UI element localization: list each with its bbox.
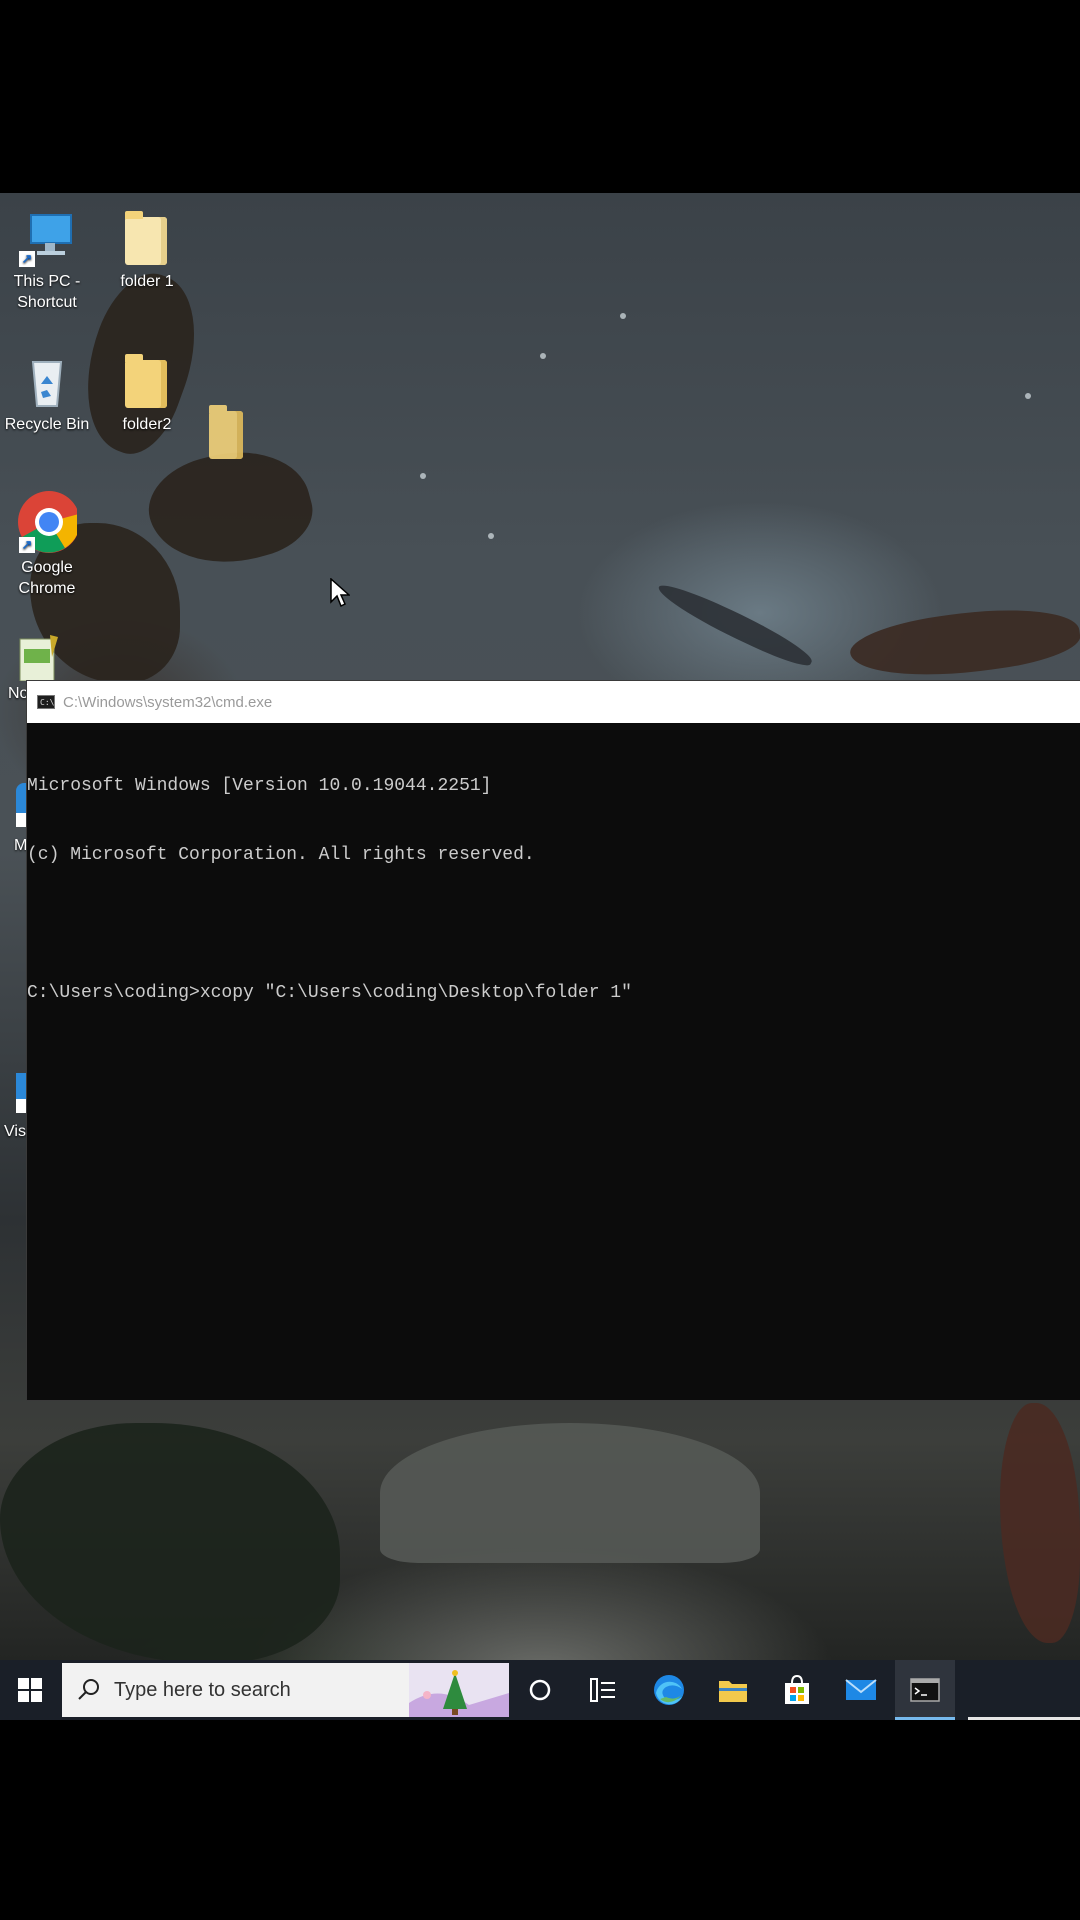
- chrome-icon: ↗: [17, 489, 80, 553]
- cmd-titlebar[interactable]: C:\ C:\Windows\system32\cmd.exe: [27, 681, 1080, 723]
- cmd-icon: [910, 1678, 940, 1702]
- mouse-cursor-icon: [330, 577, 351, 613]
- monitor-icon: ↗: [17, 209, 77, 267]
- cmd-console-output[interactable]: Microsoft Windows [Version 10.0.19044.22…: [27, 723, 1080, 1051]
- desktop-icon-label: folder 1: [120, 273, 174, 290]
- wallpaper-figure: [1000, 1403, 1080, 1643]
- taskbar-cmd[interactable]: [895, 1660, 955, 1720]
- desktop-icon-label: Google Chrome: [18, 559, 76, 597]
- dragged-folder-icon[interactable]: [172, 403, 262, 465]
- wallpaper-snow: [420, 473, 426, 479]
- taskbar-mail[interactable]: [831, 1660, 891, 1720]
- taskbar-edge[interactable]: [639, 1660, 699, 1720]
- shortcut-arrow-icon: ↗: [19, 251, 35, 267]
- shortcut-arrow-icon: ↗: [19, 537, 35, 553]
- active-app-indicator: [895, 1717, 955, 1720]
- desktop-icon-google-chrome[interactable]: ↗ Google Chrome: [2, 489, 92, 599]
- desktop-icon-recycle-bin[interactable]: Recycle Bin: [2, 352, 92, 435]
- folder-icon: [187, 403, 247, 461]
- search-icon: [78, 1679, 99, 1700]
- folder-icon: [117, 352, 177, 410]
- desktop-icon-this-pc[interactable]: ↗ This PC - Shortcut: [2, 209, 92, 313]
- search-highlight-illustration-icon: [409, 1663, 509, 1717]
- desktop-icon-label: No: [8, 685, 29, 702]
- wallpaper-snow: [540, 353, 546, 359]
- folder-icon: [117, 209, 177, 267]
- wallpaper-snow: [620, 313, 626, 319]
- task-view-button[interactable]: [573, 1660, 633, 1720]
- desktop-icon-label: Recycle Bin: [4, 416, 90, 433]
- console-line: (c) Microsoft Corporation. All rights re…: [27, 845, 535, 865]
- cortana-button[interactable]: [510, 1660, 570, 1720]
- desktop-icon-notepad[interactable]: No: [2, 635, 58, 702]
- task-view-icon: [590, 1678, 615, 1702]
- cmd-window-title: C:\Windows\system32\cmd.exe: [63, 693, 273, 711]
- wallpaper-snow: [488, 533, 494, 539]
- cmd-app-icon: C:\: [37, 695, 55, 709]
- start-icon: [18, 1678, 42, 1702]
- edge-icon: [654, 1675, 684, 1705]
- taskbar-file-explorer[interactable]: [703, 1660, 763, 1720]
- wallpaper-rock: [380, 1423, 760, 1563]
- wallpaper-rock: [652, 578, 818, 672]
- taskbar-store[interactable]: [767, 1660, 827, 1720]
- search-placeholder: Type here to search: [114, 1678, 291, 1701]
- start-button[interactable]: [0, 1660, 60, 1720]
- desktop-icon-label: M: [14, 837, 28, 854]
- wallpaper-rock: [846, 597, 1080, 689]
- wallpaper-foliage: [0, 1423, 340, 1660]
- console-command-line[interactable]: C:\Users\coding>xcopy "C:\Users\coding\D…: [27, 982, 1080, 1005]
- system-tray-edge: [968, 1717, 1080, 1720]
- taskbar-search-box[interactable]: Type here to search: [62, 1663, 509, 1717]
- store-icon: [785, 1675, 809, 1704]
- desktop-icon-folder-1[interactable]: folder 1: [102, 209, 192, 292]
- desktop-icon-label: This PC - Shortcut: [13, 273, 81, 311]
- console-line: Microsoft Windows [Version 10.0.19044.22…: [27, 776, 492, 796]
- recycle-bin-icon: [17, 352, 77, 410]
- mail-icon: [845, 1679, 877, 1700]
- cmd-window[interactable]: C:\ C:\Windows\system32\cmd.exe Microsof…: [27, 681, 1080, 1400]
- taskbar: Type here to search: [0, 1660, 1080, 1720]
- notepad-icon: [18, 635, 58, 682]
- wallpaper-snow: [1025, 393, 1031, 399]
- file-explorer-icon: [719, 1681, 747, 1702]
- cortana-icon: [529, 1679, 551, 1701]
